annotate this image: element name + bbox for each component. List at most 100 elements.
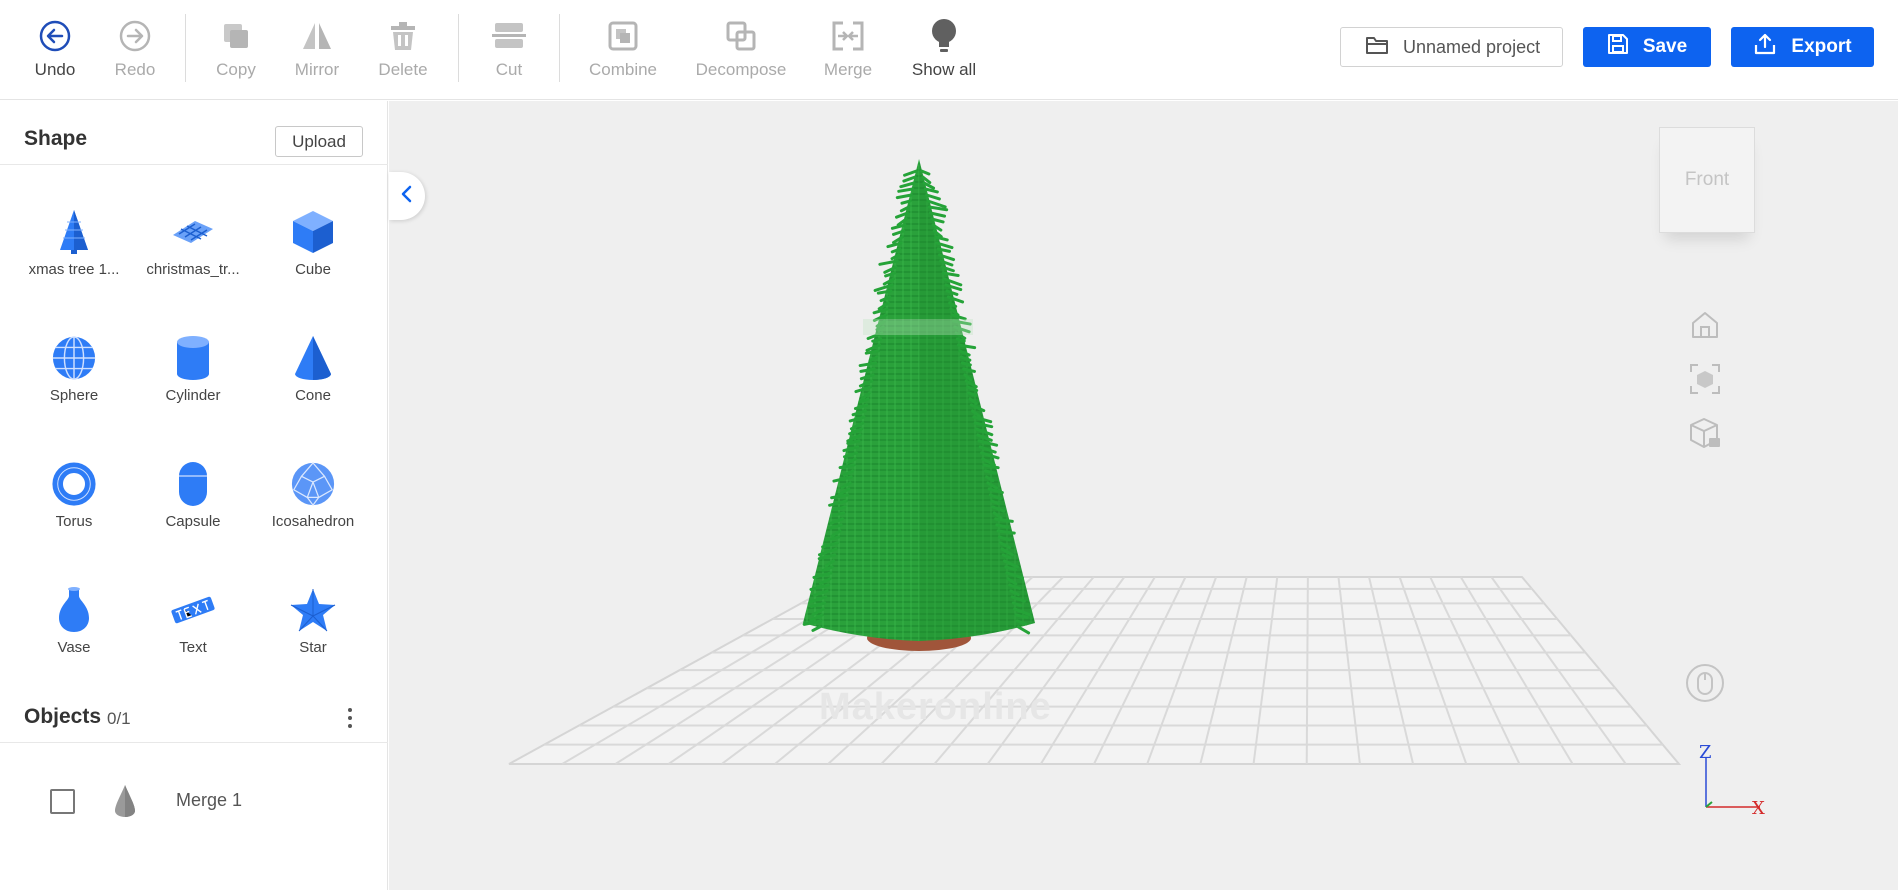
shape-item-sphere[interactable]: Sphere xyxy=(19,335,129,435)
objects-count: 0/1 xyxy=(107,709,131,728)
shape-item-label: christmas_tr... xyxy=(146,261,240,278)
upload-button[interactable]: Upload xyxy=(275,126,363,157)
top-toolbar: Undo Redo Copy Mirror Delete Cut Combine… xyxy=(0,0,1898,100)
cone-object-icon xyxy=(112,783,138,824)
sphere-icon xyxy=(51,335,97,381)
combine-button[interactable]: Combine xyxy=(583,18,663,80)
shape-panel-title: Shape xyxy=(24,127,88,150)
undo-label: Undo xyxy=(34,60,76,79)
cut-button[interactable]: Cut xyxy=(469,18,549,80)
save-icon xyxy=(1607,33,1629,61)
cut-icon xyxy=(491,18,527,54)
vase-icon xyxy=(51,587,97,633)
decompose-icon xyxy=(723,18,759,54)
delete-button[interactable]: Delete xyxy=(363,18,443,80)
more-options-icon[interactable] xyxy=(344,706,356,730)
shape-item-cylinder[interactable]: Cylinder xyxy=(138,335,248,435)
shape-item-star[interactable]: Star xyxy=(258,587,368,687)
shape-item-label: Cylinder xyxy=(165,387,221,404)
combine-label: Combine xyxy=(588,60,658,79)
christmas-tree-model-icon xyxy=(170,209,216,255)
shape-item-label: xmas tree 1... xyxy=(28,261,120,278)
mirror-button[interactable]: Mirror xyxy=(277,18,357,80)
shape-item-icosahedron[interactable]: Icosahedron xyxy=(258,461,368,561)
shape-item-vase[interactable]: Vase xyxy=(19,587,129,687)
perspective-toggle-button[interactable] xyxy=(1685,415,1725,455)
merge-button[interactable]: Merge xyxy=(808,18,888,80)
build-plate-grid xyxy=(508,576,1682,765)
icosahedron-icon xyxy=(290,461,336,507)
view-cube[interactable]: Front xyxy=(1659,127,1755,233)
shape-panel-header: Shape Upload xyxy=(0,101,388,165)
axis-x-label: X xyxy=(1752,798,1765,819)
shape-item-label: Text xyxy=(179,639,207,656)
mouse-icon xyxy=(1685,663,1725,708)
redo-button[interactable]: Redo xyxy=(95,18,175,80)
chevron-left-icon xyxy=(400,185,414,208)
cube-icon xyxy=(290,209,336,255)
focus-object-icon xyxy=(1688,362,1722,401)
torus-icon xyxy=(51,461,97,507)
shape-item-christmas-tree[interactable]: christmas_tr... xyxy=(138,209,248,309)
cut-label: Cut xyxy=(495,60,523,79)
xmas-tree-icon xyxy=(51,209,97,255)
home-view-button[interactable] xyxy=(1685,307,1725,347)
lightbulb-icon xyxy=(926,18,962,54)
shape-item-label: Vase xyxy=(57,639,91,656)
object-select-checkbox[interactable] xyxy=(50,789,75,814)
left-panel: Shape Upload xmas tree 1... christmas_tr… xyxy=(0,101,388,890)
project-name-label: Unnamed project xyxy=(1403,36,1541,57)
shape-item-label: Torus xyxy=(55,513,93,530)
copy-label: Copy xyxy=(216,60,256,79)
redo-label: Redo xyxy=(114,60,156,79)
shape-item-label: Icosahedron xyxy=(271,513,355,530)
objects-panel-title: Objects xyxy=(24,705,102,728)
shape-item-cube[interactable]: Cube xyxy=(258,209,368,309)
save-label: Save xyxy=(1642,36,1688,57)
export-label: Export xyxy=(1791,36,1852,57)
redo-icon xyxy=(117,18,153,54)
shape-item-label: Cube xyxy=(295,261,331,278)
shape-item-label: Star xyxy=(299,639,327,656)
shape-item-label: Cone xyxy=(295,387,331,404)
decompose-button[interactable]: Decompose xyxy=(696,18,786,80)
shape-item-label: Capsule xyxy=(165,513,221,530)
shape-item-label: Sphere xyxy=(49,387,99,404)
cone-icon xyxy=(290,335,336,381)
mirror-label: Mirror xyxy=(294,60,340,79)
export-button[interactable]: Export xyxy=(1731,27,1874,67)
delete-label: Delete xyxy=(378,60,428,79)
mirror-icon xyxy=(299,18,335,54)
undo-icon xyxy=(37,18,73,54)
home-icon xyxy=(1689,309,1721,346)
capsule-icon xyxy=(170,461,216,507)
show-all-button[interactable]: Show all xyxy=(904,18,984,80)
copy-button[interactable]: Copy xyxy=(196,18,276,80)
shape-item-torus[interactable]: Torus xyxy=(19,461,129,561)
combine-icon xyxy=(605,18,641,54)
christmas-tree-model xyxy=(802,159,1035,641)
text-shape-icon xyxy=(170,587,216,633)
undo-button[interactable]: Undo xyxy=(15,18,95,80)
folder-icon xyxy=(1365,34,1389,61)
merge-icon xyxy=(830,18,866,54)
toolbar-divider xyxy=(458,14,459,82)
cube-lock-icon xyxy=(1688,416,1722,455)
decompose-label: Decompose xyxy=(695,60,787,79)
object-list-item[interactable]: Merge 1 xyxy=(0,771,388,831)
shape-item-text[interactable]: Text xyxy=(138,587,248,687)
watermark: Makeronline xyxy=(819,686,1052,728)
star-icon xyxy=(290,587,336,633)
save-button[interactable]: Save xyxy=(1583,27,1711,67)
toolbar-divider xyxy=(185,14,186,82)
project-name-button[interactable]: Unnamed project xyxy=(1340,27,1563,67)
mouse-controls-button[interactable] xyxy=(1685,663,1725,708)
objects-panel-header: Objects xyxy=(0,679,388,743)
shape-item-xmas-tree[interactable]: xmas tree 1... xyxy=(19,209,129,309)
shape-item-capsule[interactable]: Capsule xyxy=(138,461,248,561)
shape-item-cone[interactable]: Cone xyxy=(258,335,368,435)
fit-view-button[interactable] xyxy=(1685,361,1725,401)
export-icon xyxy=(1753,32,1777,62)
trash-icon xyxy=(385,18,421,54)
cylinder-icon xyxy=(170,335,216,381)
